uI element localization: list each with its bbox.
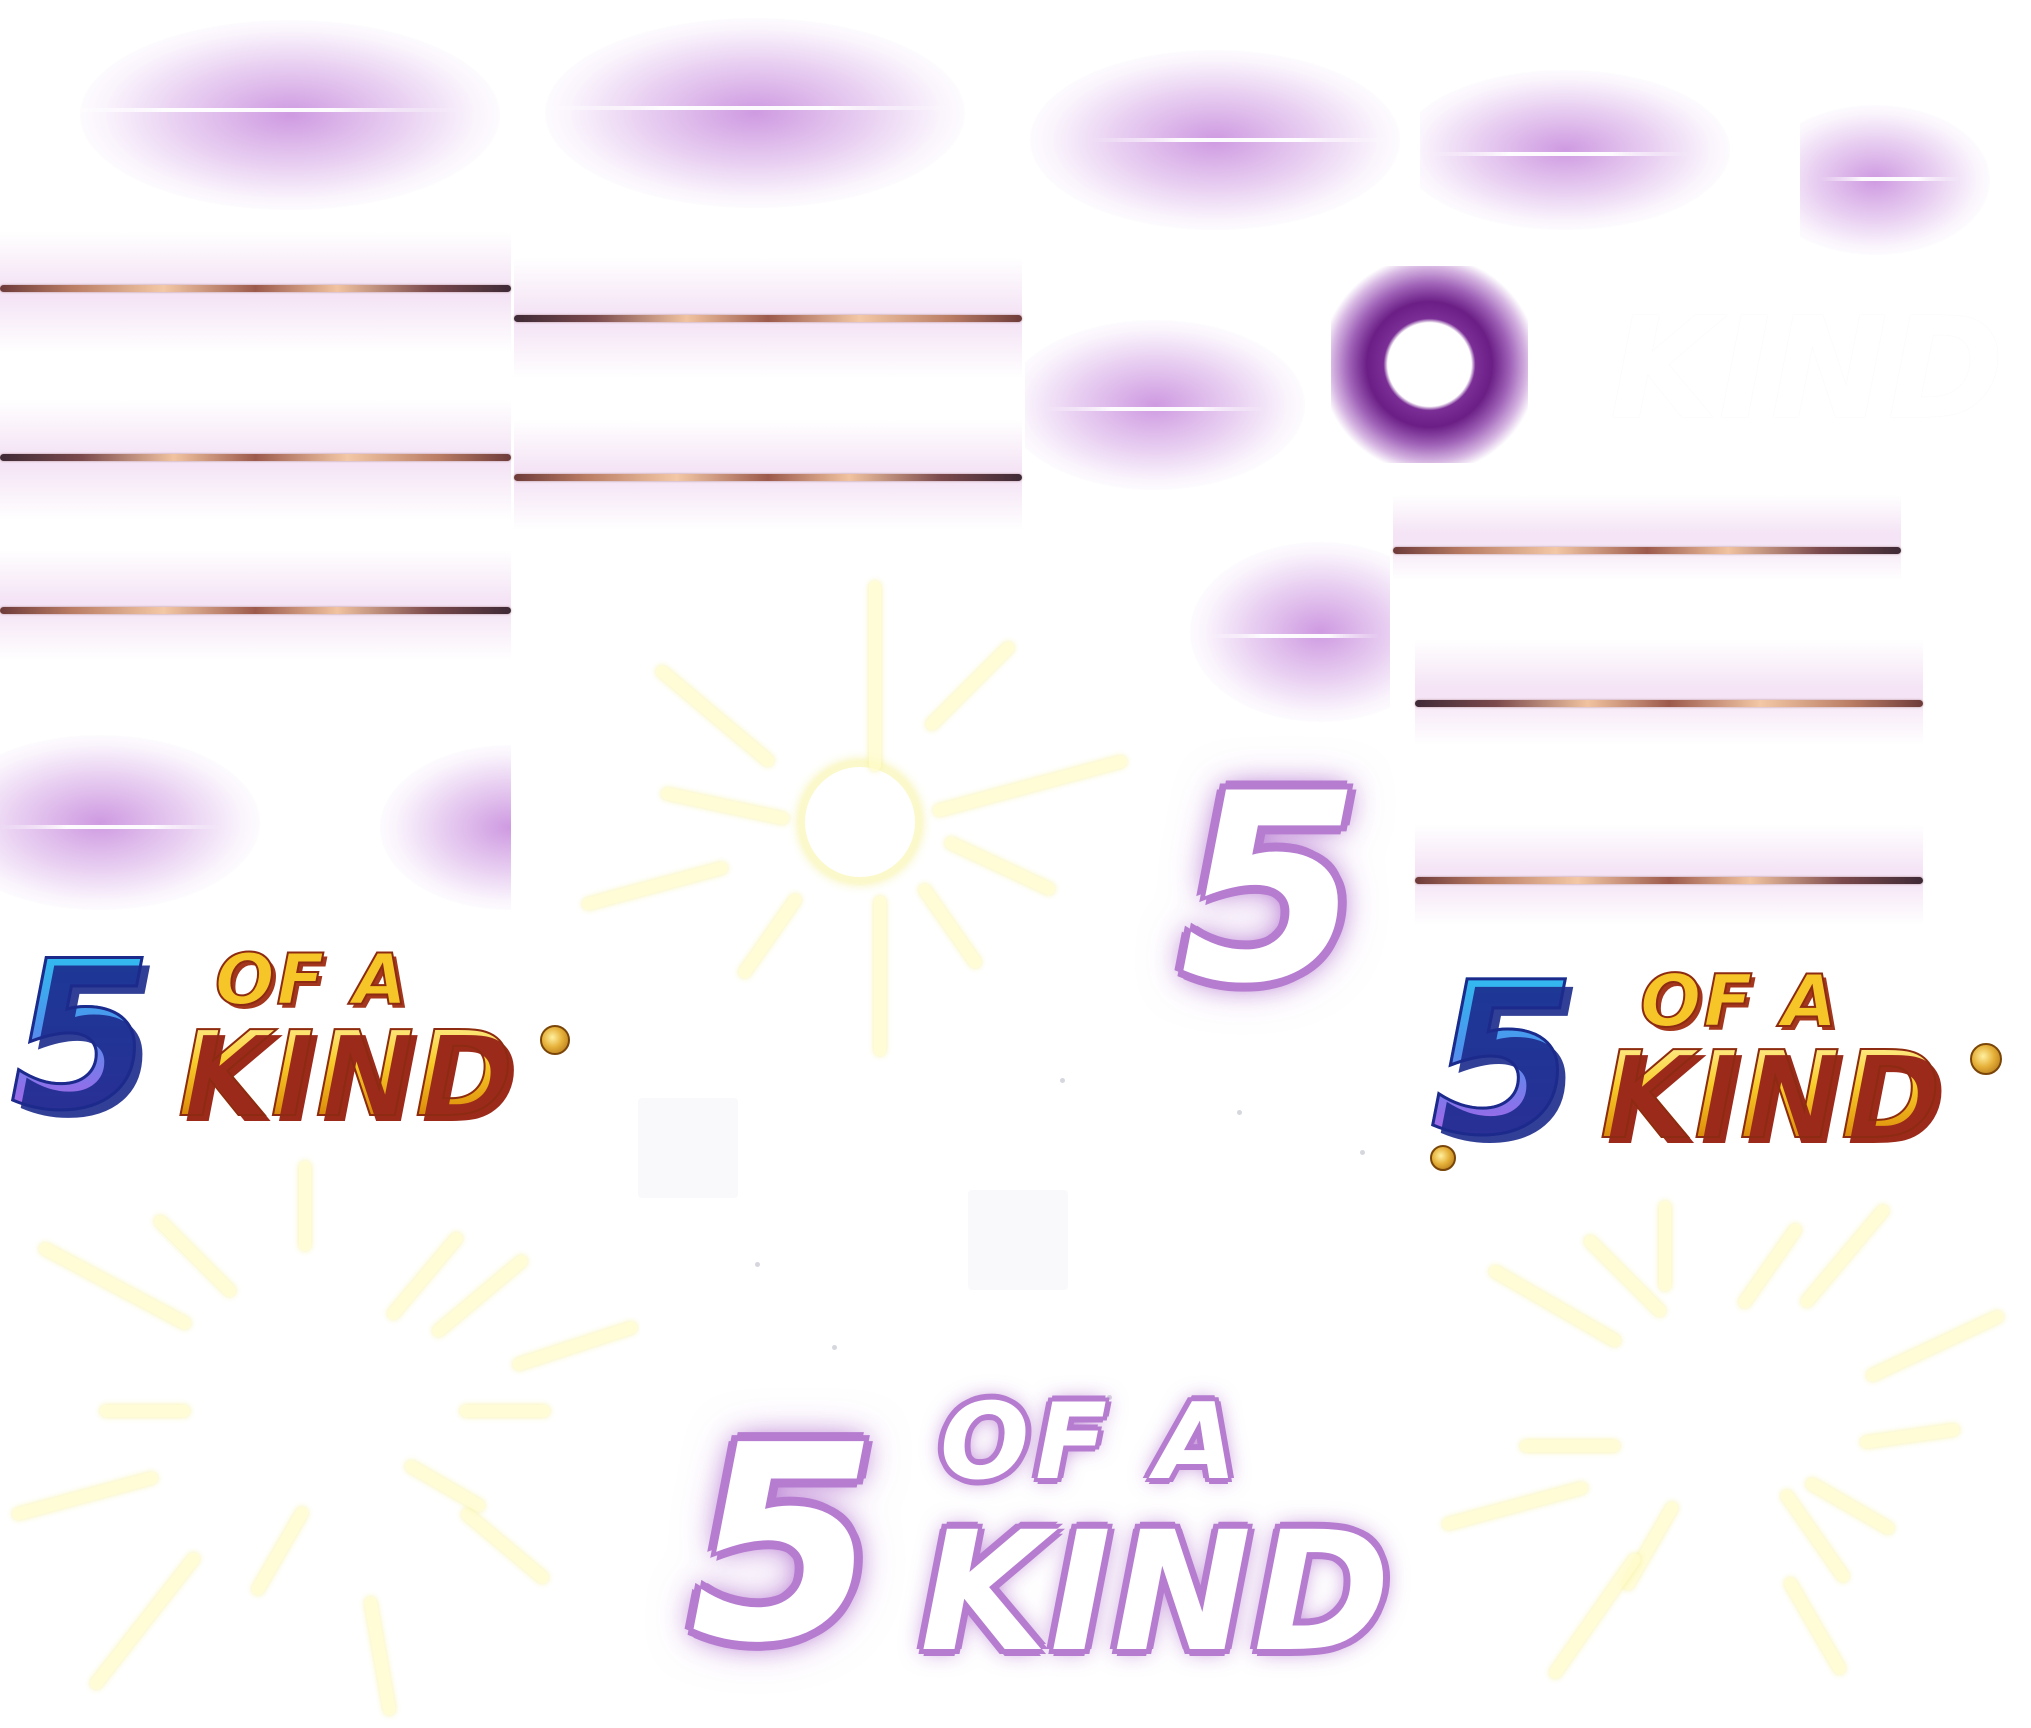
logo-kind: KIND	[1599, 1027, 1942, 1166]
glow-streak	[535, 106, 955, 110]
digit-5-text: 5	[1180, 739, 1361, 1041]
copper-streak	[514, 315, 1022, 322]
light-ray	[1547, 1551, 1643, 1681]
light-ray	[916, 881, 984, 971]
particle-dot	[1237, 1110, 1242, 1115]
coin-icon	[540, 1025, 570, 1055]
particle-sprite	[638, 1098, 738, 1198]
purple-glow-sprite	[0, 0, 502, 225]
light-ray	[1487, 1263, 1623, 1349]
copper-streak	[1393, 547, 1901, 554]
light-ray	[1782, 1575, 1848, 1677]
light-ray	[430, 1252, 530, 1340]
light-ray	[1864, 1308, 2006, 1384]
copper-streak	[1415, 700, 1923, 707]
logo-5-of-a-kind: 5 OF A KIND	[9, 918, 580, 1156]
light-ray	[1581, 1232, 1669, 1320]
purple-glow	[1420, 70, 1730, 230]
light-ray	[653, 663, 777, 769]
light-ray	[1803, 1475, 1897, 1537]
copper-streak	[514, 474, 1022, 481]
logo-kind: KIND	[177, 1005, 515, 1143]
streak-band	[1393, 495, 1901, 580]
purple-glow	[1025, 320, 1305, 490]
light-ray	[931, 754, 1129, 818]
glow-streak	[1045, 407, 1265, 411]
sprite-atlas: KIND 5 5 OF A KIND 5 OF A KIND 5 OF A KI…	[0, 0, 2031, 1728]
copper-streak	[0, 454, 511, 461]
light-ray	[363, 1595, 397, 1717]
streak-band	[0, 232, 511, 352]
digit-5-logo: 5	[1160, 760, 1380, 1040]
particle-dot	[755, 1262, 760, 1267]
copper-streak	[1415, 877, 1923, 884]
light-ray	[923, 639, 1017, 733]
glow-streak	[40, 108, 460, 112]
purple-glow-sprite	[1800, 85, 2000, 275]
purple-glow-sprite	[1025, 295, 1310, 520]
purple-glow	[80, 20, 500, 210]
light-rays-sprite	[0, 1140, 640, 1728]
purple-glow-sprite	[1010, 20, 1420, 250]
light-ray	[1520, 1440, 1620, 1452]
particle-sprite	[968, 1190, 1068, 1290]
logo-white-five: 5	[690, 1387, 878, 1702]
light-ray	[37, 1240, 193, 1332]
purple-ring	[1331, 266, 1528, 463]
light-ray	[736, 891, 804, 981]
purple-glow-sprite	[0, 715, 511, 935]
light-ray	[1441, 1480, 1589, 1532]
light-ray	[1798, 1202, 1892, 1310]
light-ray	[100, 1405, 190, 1417]
logo-white-of-a: OF A	[940, 1381, 1243, 1503]
light-ray	[1859, 1423, 1961, 1449]
sunburst-core	[798, 760, 922, 884]
glow-streak	[0, 825, 220, 829]
coin-icon	[1970, 1043, 2002, 1075]
light-ray	[460, 1405, 550, 1417]
light-ray	[87, 1550, 203, 1692]
light-ray	[943, 835, 1057, 897]
purple-glow-sprite	[505, 0, 1005, 225]
glow-streak	[1820, 177, 1960, 181]
light-ray	[874, 896, 886, 1056]
copper-streak	[0, 285, 511, 292]
light-ray	[1659, 1201, 1671, 1291]
light-ray	[249, 1504, 311, 1598]
light-ray	[511, 1320, 639, 1372]
sunburst-sprite	[560, 560, 1160, 1080]
logo-five: 5	[1428, 937, 1577, 1182]
purple-glow-sprite	[1420, 40, 1795, 262]
light-ray	[1619, 1499, 1681, 1593]
light-ray	[385, 1230, 465, 1322]
streak-band	[1415, 640, 1923, 745]
glow-streak	[1210, 634, 1380, 638]
light-rays-sprite	[1420, 1140, 2031, 1728]
purple-glow	[545, 18, 965, 208]
light-ray	[1736, 1221, 1804, 1311]
light-ray	[403, 1458, 487, 1514]
light-ray	[869, 581, 881, 771]
logo-5-of-a-kind-white: 5 OF A KIND	[670, 1350, 1390, 1720]
light-ray	[11, 1470, 159, 1522]
light-ray	[459, 1506, 551, 1586]
particle-dot	[1360, 1150, 1365, 1155]
ghost-kind-text: KIND	[1610, 288, 2004, 451]
light-ray	[660, 786, 790, 826]
glow-streak	[1430, 152, 1690, 156]
purple-glow	[0, 735, 260, 910]
light-ray	[151, 1212, 239, 1300]
particle-dot	[1060, 1078, 1065, 1083]
light-ray	[581, 860, 729, 912]
streak-band	[1415, 825, 1923, 925]
logo-white-kind: KIND	[920, 1496, 1393, 1688]
purple-glow	[1190, 542, 1390, 722]
glow-streak	[1090, 138, 1390, 142]
copper-streak	[0, 607, 511, 614]
purple-glow-sprite	[1170, 522, 1390, 742]
purple-glow	[380, 745, 511, 910]
logo-five: 5	[9, 918, 155, 1156]
streak-band	[0, 550, 511, 660]
light-ray	[299, 1161, 311, 1251]
